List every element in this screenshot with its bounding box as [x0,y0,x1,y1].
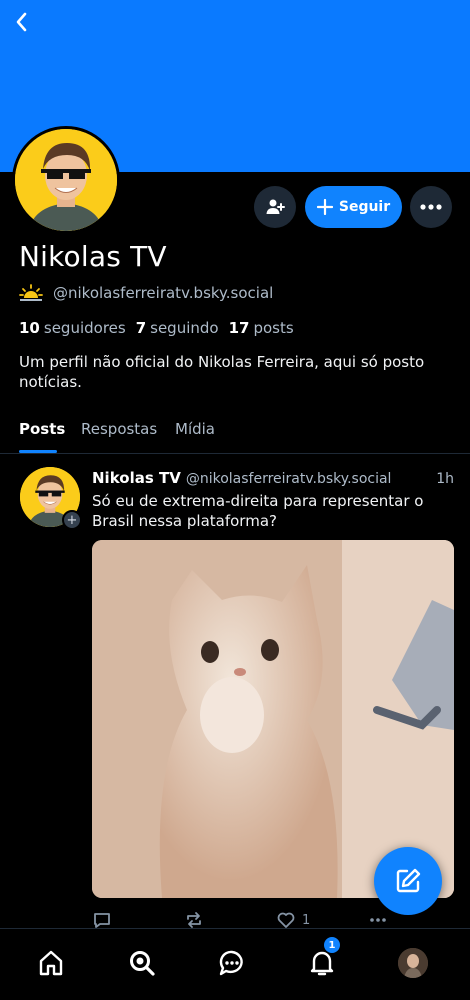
back-button[interactable] [10,10,34,34]
nav-chat[interactable] [214,945,250,981]
following-stat[interactable]: 7 seguindo [136,319,219,337]
post-timestamp[interactable]: 1h [436,471,454,487]
ellipsis-icon [370,918,386,922]
active-tab-indicator [19,450,57,453]
follow-button[interactable]: Seguir [305,186,402,228]
tab-media[interactable]: Mídia [175,420,215,438]
profile-stats: 10 seguidores 7 seguindo 17 posts [19,319,294,337]
avatar-image [15,129,117,231]
like-button[interactable]: 1 [276,910,310,930]
repost-icon [187,912,201,928]
notifications-badge: 1 [324,937,340,953]
tab-posts[interactable]: Posts [19,420,65,438]
profile-bio: Um perfil não oficial do Nikolas Ferreir… [19,353,425,391]
follow-author-plus-icon[interactable]: + [62,510,82,530]
tab-replies[interactable]: Respostas [81,420,157,438]
nav-profile[interactable] [395,945,431,981]
nav-profile-avatar [398,948,428,978]
post-more-button[interactable] [368,910,388,930]
posts-stat: 17 posts [228,319,294,337]
plus-icon [316,199,333,215]
follow-label: Seguir [338,199,391,215]
nav-search[interactable] [124,945,160,981]
ellipsis-icon [420,204,442,210]
bell-icon [310,951,334,976]
handle-row: @nikolasferreiratv.bsky.social [19,284,273,302]
repost-button[interactable] [184,910,204,930]
person-add-icon [266,199,285,214]
sun-icon [19,284,43,301]
profile-tabs: Posts Respostas Mídia [0,412,470,454]
followers-stat[interactable]: 10 seguidores [19,319,126,337]
post-text: Só eu de extrema-direita para representa… [92,492,424,530]
compose-button[interactable] [374,847,442,915]
chat-icon [219,950,243,976]
heart-icon [277,912,295,928]
more-options-button[interactable] [410,186,452,228]
nav-home[interactable] [33,945,69,981]
post-header: Nikolas TV @nikolasferreiratv.bsky.socia… [92,469,454,487]
post-image[interactable] [92,540,454,898]
profile-name: Nikolas TV [19,240,167,273]
like-count: 1 [302,912,311,928]
suggested-follows-button[interactable] [254,186,296,228]
reply-icon [94,913,110,928]
post-author[interactable]: Nikolas TV [92,469,181,487]
cat-image [92,540,454,898]
compose-icon [396,868,421,893]
chevron-left-icon [16,12,27,32]
bottom-navigation [0,928,470,1000]
profile-avatar[interactable] [12,126,120,234]
profile-handle[interactable]: @nikolasferreiratv.bsky.social [53,284,273,302]
search-icon [130,951,155,976]
home-icon [39,950,63,976]
reply-button[interactable] [92,910,112,930]
post-handle[interactable]: @nikolasferreiratv.bsky.social [186,471,392,487]
